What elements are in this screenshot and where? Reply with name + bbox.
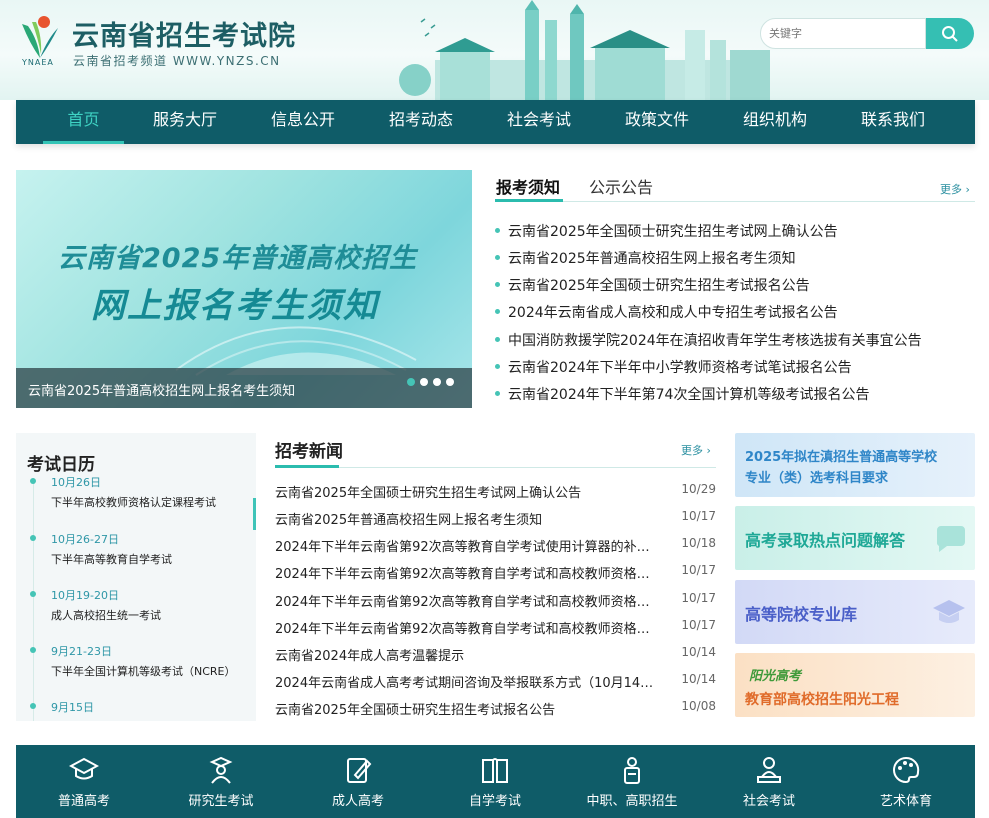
banner-caption[interactable]: 云南省2025年普通高校招生网上报名考生须知 — [28, 380, 295, 399]
banner-carousel[interactable]: 云南省2025年普通高校招生 网上报名考生须知 云南省2025年普通高校招生网上… — [16, 170, 472, 408]
student-badge-icon — [624, 757, 640, 784]
news-row[interactable]: 2024年云南省成人高考考试期间咨询及举报联系方式（10月14—20日） 10/… — [275, 672, 716, 692]
banner-caption-bar: 云南省2025年普通高校招生网上报名考生须知 — [16, 368, 472, 408]
notebook-pen-icon — [347, 758, 372, 783]
banner-headline-2: 网上报名考生须知 — [91, 286, 379, 326]
news-row[interactable]: 2024年下半年云南省第92次高等教育自学考试和高校教师资格认定课程考试温馨提示… — [275, 591, 716, 611]
carousel-dot-3[interactable] — [433, 378, 441, 386]
notice-item[interactable]: 2024年云南省成人高校和成人中专招生考试报名公告 — [495, 302, 838, 322]
search-icon — [942, 25, 958, 42]
nav-item-admissions-news[interactable]: 招考动态 — [380, 100, 462, 144]
notice-item[interactable]: 云南省2024年下半年中小学教师资格考试笔试报名公告 — [495, 357, 852, 377]
news-row[interactable]: 2024年下半年云南省第92次高等教育自学考试和高校教师资格认定课程考试考生须知… — [275, 563, 716, 583]
quick-nav-bar: 普通高考 研究生考试 成人高考 自学考试 中职、高职招生 社会考试 艺术体育 — [16, 745, 975, 818]
carousel-dot-2[interactable] — [420, 378, 428, 386]
promo-card-major-database[interactable]: 高等院校专业库 — [735, 580, 975, 644]
logo-text: YNAEA — [22, 58, 54, 67]
calendar-scrollbar[interactable] — [253, 498, 256, 530]
notices-more-link[interactable]: 更多 › — [940, 181, 970, 197]
palette-icon — [893, 756, 920, 784]
quick-nav-adult-exam[interactable]: 成人高考 — [298, 745, 418, 818]
notice-item[interactable]: 云南省2024年下半年第74次全国计算机等级考试报名公告 — [495, 384, 869, 404]
nav-item-contact[interactable]: 联系我们 — [852, 100, 934, 144]
chevron-right-icon: › — [703, 444, 711, 457]
nav-item-organization[interactable]: 组织机构 — [734, 100, 816, 144]
news-row[interactable]: 云南省2025年全国硕士研究生招生考试网上确认公告 10/29 — [275, 482, 716, 502]
site-header: YNAEA 云南省招生考试院 云南省招考频道 WWW.YNZS.CN 关键字 — [0, 0, 989, 100]
site-title[interactable]: 云南省招生考试院 — [72, 14, 296, 53]
nav-item-policy-docs[interactable]: 政策文件 — [616, 100, 698, 144]
tab-divider — [495, 201, 975, 202]
quick-nav-postgraduate[interactable]: 研究生考试 — [161, 745, 281, 818]
news-row[interactable]: 云南省2025年普通高校招生网上报名考生须知 10/17 — [275, 509, 716, 529]
nav-item-info-disclosure[interactable]: 信息公开 — [262, 100, 344, 144]
quick-nav-gaokao[interactable]: 普通高考 — [24, 745, 144, 818]
city-skyline-illustration — [399, 0, 770, 100]
exam-calendar: 考试日历 10月26日 下半年高校教师资格认定课程考试 10月26-27日 下半… — [16, 433, 256, 721]
news-row[interactable]: 云南省2024年成人高考温馨提示 10/14 — [275, 645, 716, 665]
site-subtitle: 云南省招考频道 WWW.YNZS.CN — [73, 54, 281, 68]
quick-nav-vocational[interactable]: 中职、高职招生 — [572, 745, 692, 818]
nav-item-social-exams[interactable]: 社会考试 — [498, 100, 580, 144]
quick-nav-social-exam[interactable]: 社会考试 — [709, 745, 829, 818]
chat-bubble-icon — [936, 526, 965, 552]
main-nav: 首页 服务大厅 信息公开 招考动态 社会考试 政策文件 组织机构 联系我们 — [16, 100, 975, 144]
notice-item[interactable]: 云南省2025年全国硕士研究生招生考试报名公告 — [495, 275, 810, 295]
promo-card-sunshine-admissions[interactable]: 阳光高考 教育部高校招生阳光工程 — [735, 653, 975, 717]
promo-card-admission-faq[interactable]: 高考录取热点问题解答 — [735, 506, 975, 570]
news-divider — [275, 467, 716, 468]
graduation-cap-icon — [933, 600, 965, 623]
notice-item[interactable]: 云南省2025年普通高校招生网上报名考生须知 — [495, 248, 796, 268]
calendar-timeline — [33, 478, 34, 721]
carousel-dot-4[interactable] — [446, 378, 454, 386]
news-row[interactable]: 云南省2025年全国硕士研究生招生考试报名公告 10/08 — [275, 699, 716, 719]
nav-item-service-hall[interactable]: 服务大厅 — [144, 100, 226, 144]
news-more-link[interactable]: 更多 › — [681, 442, 711, 458]
search-button[interactable] — [926, 18, 974, 49]
news-section-title: 招考新闻 — [275, 442, 343, 462]
notice-item[interactable]: 中国消防救援学院2024年在滇招收青年学生考核选拔有关事宜公告 — [495, 330, 922, 350]
banner-headline-1: 云南省2025年普通高校招生 — [58, 243, 418, 274]
news-row[interactable]: 2024年下半年云南省第92次高等教育自学考试和高校教师资格认定课程考试防疫要求… — [275, 618, 716, 638]
notice-item[interactable]: 云南省2025年全国硕士研究生招生考试网上确认公告 — [495, 221, 838, 241]
promo-card-subject-requirements[interactable]: 2025年拟在滇招生普通高等学校 专业（类）选考科目要求 — [735, 433, 975, 497]
chevron-right-icon: › — [962, 183, 970, 196]
quick-nav-self-study-exam[interactable]: 自学考试 — [435, 745, 555, 818]
tab-application-notices[interactable]: 报考须知 — [496, 174, 560, 198]
news-row[interactable]: 2024年下半年云南省第92次高等教育自学考试使用计算器的补充通知 10/18 — [275, 536, 716, 556]
test-taker-icon — [757, 757, 781, 783]
quick-nav-arts-sports[interactable]: 艺术体育 — [846, 745, 966, 818]
search-input[interactable]: 关键字 — [760, 18, 926, 49]
calendar-title: 考试日历 — [27, 455, 95, 475]
news-title-underline — [275, 465, 339, 468]
tab-public-announcements[interactable]: 公示公告 — [589, 174, 653, 198]
active-tab-indicator — [495, 199, 563, 202]
graduation-cap-icon — [69, 757, 99, 780]
carousel-dot-1[interactable] — [407, 378, 415, 386]
nav-item-home[interactable]: 首页 — [43, 100, 124, 144]
scholar-icon — [209, 756, 233, 784]
open-book-icon — [482, 758, 508, 783]
